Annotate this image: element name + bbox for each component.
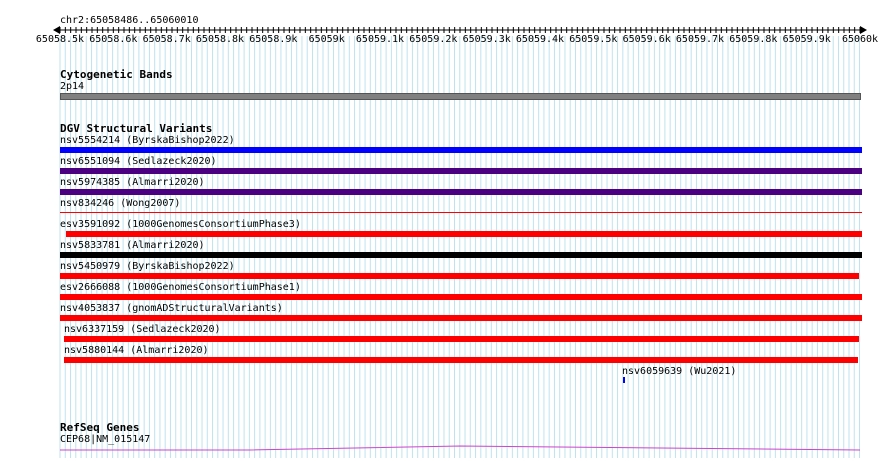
variant-label[interactable]: esv2666088 (1000GenomesConsortiumPhase1) <box>60 282 301 293</box>
variant-label[interactable]: nsv5450979 (ByrskaBishop2022) <box>60 261 235 272</box>
variant-bar[interactable] <box>60 212 862 213</box>
variant-source: (ByrskaBishop2022) <box>126 135 235 146</box>
variant-source: (gnomADStructuralVariants) <box>126 303 283 314</box>
variant-label[interactable]: nsv834246 (Wong2007) <box>60 198 180 209</box>
variant-id: esv2666088 <box>60 282 121 293</box>
variant-source: (1000GenomesConsortiumPhase1) <box>126 282 301 293</box>
refseq-track-title: RefSeq Genes <box>60 421 140 434</box>
variant-id: nsv5833781 <box>60 240 121 251</box>
variant-id: nsv834246 <box>60 198 115 209</box>
variant-source: (Wu2021) <box>688 366 737 377</box>
variant-label[interactable]: nsv6059639 (Wu2021) <box>622 366 736 377</box>
ruler-tick-label: 65058.7k <box>142 34 191 45</box>
genome-browser-view: chr2:65058486..65060010 65058.5k 65058.6k… <box>0 0 890 461</box>
variant-label[interactable]: nsv5833781 (Almarri2020) <box>60 240 205 251</box>
ruler-tick-label: 65058.8k <box>195 34 245 45</box>
variant-label[interactable]: nsv6337159 (Sedlazeck2020) <box>64 324 221 335</box>
variant-bar[interactable] <box>623 377 625 383</box>
variant-id: esv3591092 <box>60 219 121 230</box>
ruler-tick-label: 65058.6k <box>89 34 138 45</box>
ruler-tick-label: 65059.9k <box>782 34 831 45</box>
variant-source: (1000GenomesConsortiumPhase3) <box>126 219 301 230</box>
ruler-tick-label: 65059.8k <box>729 34 778 45</box>
variant-id: nsv5450979 <box>60 261 121 272</box>
variant-label[interactable]: nsv5554214 (ByrskaBishop2022) <box>60 135 235 146</box>
variant-label[interactable]: nsv5974385 (Almarri2020) <box>60 177 205 188</box>
ruler-tick-label: 65059k <box>308 34 345 45</box>
variant-bar[interactable] <box>60 168 862 174</box>
variant-bar[interactable] <box>60 147 862 153</box>
dgv-track-title: DGV Structural Variants <box>60 122 213 135</box>
variant-bar[interactable] <box>60 294 862 300</box>
ruler-tick-label: 65059.4k <box>515 34 565 45</box>
variant-source: (Sedlazeck2020) <box>126 156 217 167</box>
ruler-tick-label: 65059.7k <box>675 34 725 45</box>
variant-source: (Wong2007) <box>120 198 181 209</box>
variant-id: nsv5554214 <box>60 135 121 146</box>
cytoband-label: 2p14 <box>60 81 85 92</box>
variant-label[interactable]: nsv4053837 (gnomADStructuralVariants) <box>60 303 283 314</box>
variant-source: (Almarri2020) <box>130 345 209 356</box>
gene-intron-line[interactable] <box>0 440 890 456</box>
ruler-tick-label: 65059.3k <box>462 34 511 45</box>
ruler-tick-label: 65060k <box>841 34 879 45</box>
variant-source: (Sedlazeck2020) <box>130 324 221 335</box>
ruler-tick-label: 65059.2k <box>409 34 458 45</box>
variant-bar[interactable] <box>60 315 862 321</box>
ruler-tick-label: 65058.9k <box>249 34 298 45</box>
cytoband-track-title: Cytogenetic Bands <box>60 68 173 81</box>
variant-source: (Almarri2020) <box>126 177 205 188</box>
variant-label[interactable]: esv3591092 (1000GenomesConsortiumPhase3) <box>60 219 301 230</box>
ruler-tick-label: 65058.5k <box>35 34 85 45</box>
ruler-tick-label: 65059.5k <box>569 34 618 45</box>
variant-id: nsv5880144 <box>64 345 125 356</box>
variant-id: nsv6059639 <box>622 366 683 377</box>
variant-bar[interactable] <box>60 252 862 258</box>
ruler-tick-label: 65059.6k <box>622 34 671 45</box>
ruler-tick-label: 65059.1k <box>355 34 405 45</box>
variant-label[interactable]: nsv5880144 (Almarri2020) <box>64 345 209 356</box>
variant-id: nsv6337159 <box>64 324 125 335</box>
variant-bar[interactable] <box>60 273 859 279</box>
variant-label[interactable]: nsv6551094 (Sedlazeck2020) <box>60 156 217 167</box>
variant-source: (Almarri2020) <box>126 240 205 251</box>
variant-bar[interactable] <box>60 189 862 195</box>
variant-id: nsv6551094 <box>60 156 121 167</box>
variant-bar[interactable] <box>66 231 862 237</box>
cytoband-bar[interactable] <box>60 93 861 100</box>
variant-source: (ByrskaBishop2022) <box>126 261 235 272</box>
variant-bar[interactable] <box>64 336 859 342</box>
variant-bar[interactable] <box>64 357 858 363</box>
variant-id: nsv5974385 <box>60 177 121 188</box>
variant-id: nsv4053837 <box>60 303 121 314</box>
